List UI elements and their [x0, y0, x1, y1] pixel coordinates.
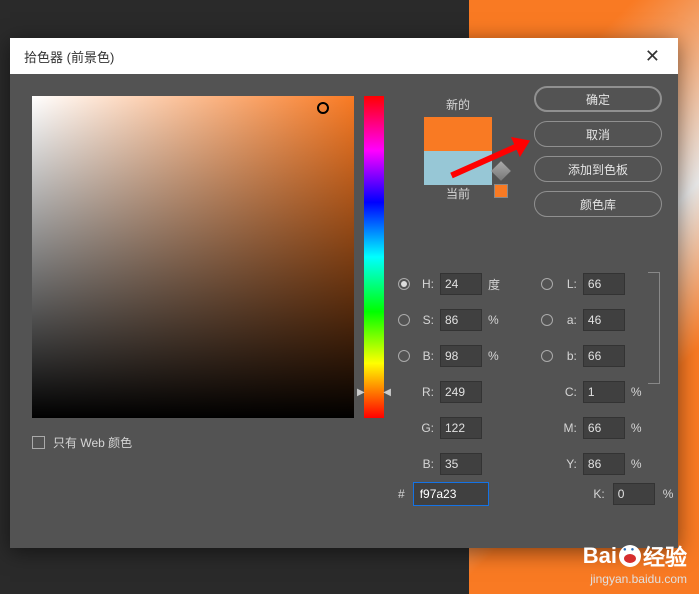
color-picker-dialog: 拾色器 (前景色) ✕ ▶ ◀ 新的 当前 确定 取消 添加到色板 颜色库 — [10, 38, 678, 548]
action-buttons: 确定 取消 添加到色板 颜色库 — [534, 86, 662, 217]
radio-l[interactable] — [541, 278, 553, 290]
input-l[interactable] — [583, 273, 625, 295]
label-y: Y: — [559, 457, 577, 471]
input-b-lab[interactable] — [583, 345, 625, 367]
radio-h[interactable] — [398, 278, 410, 290]
unit-y: % — [631, 457, 647, 471]
add-swatch-button[interactable]: 添加到色板 — [534, 156, 662, 182]
label-h: H: — [416, 277, 434, 291]
lab-bracket-icon — [648, 272, 660, 384]
unit-s: % — [488, 313, 504, 327]
cube-icon[interactable] — [491, 161, 511, 181]
watermark-brand-post: 经验 — [643, 540, 687, 572]
color-field[interactable] — [32, 96, 354, 418]
label-r: R: — [416, 385, 434, 399]
color-libraries-button[interactable]: 颜色库 — [534, 191, 662, 217]
watermark: Bai 经验 jingyan.baidu.com — [583, 540, 687, 586]
radio-a[interactable] — [541, 314, 553, 326]
web-only-option: 只有 Web 颜色 — [32, 434, 132, 451]
radio-s[interactable] — [398, 314, 410, 326]
watermark-url: jingyan.baidu.com — [583, 572, 687, 586]
input-b-hsb[interactable] — [440, 345, 482, 367]
label-k: K: — [587, 487, 605, 501]
unit-k: % — [663, 487, 679, 501]
gamut-warning-swatch[interactable] — [494, 184, 508, 198]
radio-b-lab[interactable] — [541, 350, 553, 362]
web-only-checkbox[interactable] — [32, 436, 45, 449]
input-g[interactable] — [440, 417, 482, 439]
label-l: L: — [559, 277, 577, 291]
close-button[interactable]: ✕ — [641, 46, 664, 67]
label-b-hsb: B: — [416, 349, 434, 363]
input-r[interactable] — [440, 381, 482, 403]
input-h[interactable] — [440, 273, 482, 295]
input-a[interactable] — [583, 309, 625, 331]
hex-label: # — [398, 487, 405, 501]
label-g: G: — [416, 421, 434, 435]
label-b-lab: b: — [559, 349, 577, 363]
paw-icon — [619, 545, 641, 567]
watermark-brand-pre: Bai — [583, 543, 617, 569]
unit-b-hsb: % — [488, 349, 504, 363]
cancel-button[interactable]: 取消 — [534, 121, 662, 147]
dialog-title-text: 拾色器 (前景色) — [24, 47, 114, 66]
dialog-titlebar: 拾色器 (前景色) ✕ — [10, 38, 678, 74]
input-s[interactable] — [440, 309, 482, 331]
input-k[interactable] — [613, 483, 655, 505]
label-c: C: — [559, 385, 577, 399]
arrow-right-icon: ◀ — [383, 387, 391, 398]
preview-new-label: 新的 — [398, 96, 518, 113]
dialog-body: ▶ ◀ 新的 当前 确定 取消 添加到色板 颜色库 H: 度 — [10, 74, 678, 548]
unit-h: 度 — [488, 276, 504, 293]
input-hex[interactable] — [413, 482, 489, 506]
unit-c: % — [631, 385, 647, 399]
input-b-rgb[interactable] — [440, 453, 482, 475]
label-s: S: — [416, 313, 434, 327]
color-cursor-icon — [317, 102, 329, 114]
hue-slider-thumb[interactable]: ▶ ◀ — [357, 387, 391, 398]
hex-row: # K: % — [398, 482, 679, 506]
input-c[interactable] — [583, 381, 625, 403]
web-only-label: 只有 Web 颜色 — [53, 434, 132, 451]
input-m[interactable] — [583, 417, 625, 439]
unit-m: % — [631, 421, 647, 435]
label-m: M: — [559, 421, 577, 435]
preview-new-swatch — [424, 117, 492, 151]
input-y[interactable] — [583, 453, 625, 475]
arrow-left-icon: ▶ — [357, 387, 365, 398]
label-b-rgb: B: — [416, 457, 434, 471]
hue-slider[interactable] — [364, 96, 384, 418]
ok-button[interactable]: 确定 — [534, 86, 662, 112]
radio-b-hsb[interactable] — [398, 350, 410, 362]
label-a: a: — [559, 313, 577, 327]
color-inputs: H: 度 L: S: % a: — [398, 266, 668, 482]
